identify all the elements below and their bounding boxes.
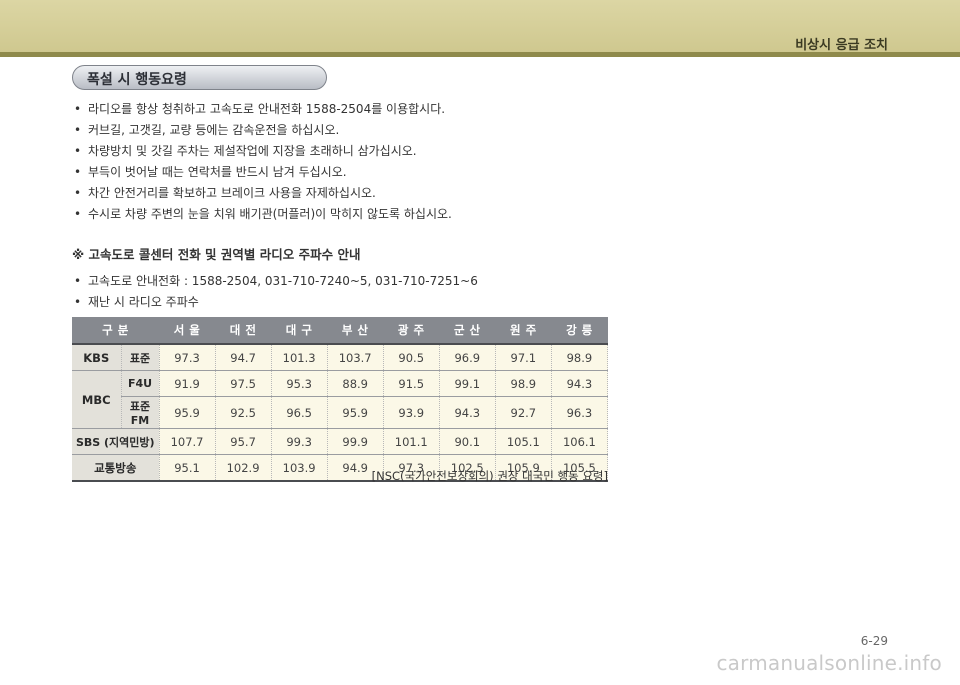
header-cell: 광 주 bbox=[383, 317, 440, 345]
table-row: 표준FM 95.9 92.5 96.5 95.9 93.9 94.3 92.7 … bbox=[72, 396, 609, 429]
table-cell: 92.5 bbox=[215, 396, 272, 429]
table-cell: 105.1 bbox=[495, 428, 552, 455]
table-cell: 99.1 bbox=[439, 370, 496, 397]
list-item: • 수시로 차량 주변의 눈을 치워 배기관(머플러)이 막히지 않도록 하십시오… bbox=[72, 204, 452, 225]
table-cell: 92.7 bbox=[495, 396, 552, 429]
table-cell: 94.3 bbox=[439, 396, 496, 429]
list-item: • 재난 시 라디오 주파수 bbox=[72, 292, 478, 313]
row-label: SBS (지역민방) bbox=[72, 428, 160, 455]
row-sublabel: 표준FM bbox=[121, 396, 160, 429]
header-cell: 대 전 bbox=[215, 317, 272, 345]
table-cell: 95.3 bbox=[271, 370, 328, 397]
bullet-icon: • bbox=[74, 274, 82, 288]
table-cell: 96.9 bbox=[439, 344, 496, 371]
section-title: 폭설 시 행동요령 bbox=[87, 72, 187, 88]
table-cell: 103.9 bbox=[271, 454, 328, 482]
table-source-note: [NSC(국가안전보장회의) 권장 대국민 행동 요령] bbox=[371, 469, 608, 483]
list-item: • 차간 안전거리를 확보하고 브레이크 사용을 자제하십시오. bbox=[72, 183, 452, 204]
table-cell: 97.3 bbox=[159, 344, 216, 371]
header-cell: 대 구 bbox=[271, 317, 328, 345]
table-cell: 99.9 bbox=[327, 428, 384, 455]
table-cell: 102.9 bbox=[215, 454, 272, 482]
row-label: KBS bbox=[72, 344, 122, 371]
bullet-icon: • bbox=[74, 165, 82, 179]
table-cell: 99.3 bbox=[271, 428, 328, 455]
table-cell: 91.9 bbox=[159, 370, 216, 397]
row-label: 교통방송 bbox=[72, 454, 160, 482]
header-cell: 군 산 bbox=[439, 317, 496, 345]
bullet-icon: • bbox=[74, 102, 82, 116]
table-cell: 90.1 bbox=[439, 428, 496, 455]
header-cell: 서 울 bbox=[159, 317, 216, 345]
table-cell: 107.7 bbox=[159, 428, 216, 455]
table-cell: 95.7 bbox=[215, 428, 272, 455]
table-cell: 101.3 bbox=[271, 344, 328, 371]
table-cell: 90.5 bbox=[383, 344, 440, 371]
table-cell: 91.5 bbox=[383, 370, 440, 397]
table-cell: 98.9 bbox=[551, 344, 609, 371]
table-cell: 95.9 bbox=[327, 396, 384, 429]
table-cell: 95.9 bbox=[159, 396, 216, 429]
table-cell: 97.1 bbox=[495, 344, 552, 371]
table-row: MBC F4U 91.9 97.5 95.3 88.9 91.5 99.1 98… bbox=[72, 370, 609, 429]
table-cell: 101.1 bbox=[383, 428, 440, 455]
header-cell: 원 주 bbox=[495, 317, 552, 345]
watermark: carmanualsonline.info bbox=[716, 651, 942, 675]
table-row: KBS 표준 97.3 94.7 101.3 103.7 90.5 96.9 9… bbox=[72, 344, 609, 371]
radio-frequency-table: 구 분 서 울 대 전 대 구 부 산 광 주 군 산 원 주 강 릉 KBS … bbox=[72, 317, 609, 482]
table-cell: 88.9 bbox=[327, 370, 384, 397]
table-cell: 97.5 bbox=[215, 370, 272, 397]
table-cell: 106.1 bbox=[551, 428, 609, 455]
list-item: • 라디오를 항상 청취하고 고속도로 안내전화 1588-2504를 이용합시다… bbox=[72, 99, 452, 120]
table-cell: 96.3 bbox=[551, 396, 609, 429]
header-cell: 강 릉 bbox=[551, 317, 608, 345]
row-sublabel: 표준 bbox=[121, 344, 160, 371]
table-header-row: 구 분 서 울 대 전 대 구 부 산 광 주 군 산 원 주 강 릉 bbox=[72, 317, 608, 345]
list-item: • 커브길, 고갯길, 교량 등에는 감속운전을 하십시오. bbox=[72, 120, 452, 141]
table-cell: 93.9 bbox=[383, 396, 440, 429]
snow-guidelines-list: • 라디오를 항상 청취하고 고속도로 안내전화 1588-2504를 이용합시다… bbox=[72, 99, 452, 225]
subsection-heading: ※ 고속도로 콜센터 전화 및 권역별 라디오 주파수 안내 bbox=[72, 247, 361, 262]
table-row: SBS (지역민방) 107.7 95.7 99.3 99.9 101.1 90… bbox=[72, 428, 609, 455]
bullet-icon: • bbox=[74, 186, 82, 200]
table-cell: 98.9 bbox=[495, 370, 552, 397]
bullet-icon: • bbox=[74, 144, 82, 158]
section-title-pill: 폭설 시 행동요령 bbox=[72, 65, 327, 90]
table-cell: 96.5 bbox=[271, 396, 328, 429]
table-cell: 95.1 bbox=[159, 454, 216, 482]
bullet-icon: • bbox=[74, 295, 82, 309]
table-cell: 103.7 bbox=[327, 344, 384, 371]
bullet-icon: • bbox=[74, 123, 82, 137]
call-center-list: • 고속도로 안내전화 : 1588-2504, 031-710-7240~5, … bbox=[72, 271, 478, 313]
list-item: • 부득이 벗어날 때는 연락처를 반드시 남겨 두십시오. bbox=[72, 162, 452, 183]
bullet-icon: • bbox=[74, 207, 82, 221]
header-cell: 구 분 bbox=[72, 317, 160, 345]
table-cell: 94.3 bbox=[551, 370, 609, 397]
table-cell: 94.7 bbox=[215, 344, 272, 371]
list-item: • 고속도로 안내전화 : 1588-2504, 031-710-7240~5, … bbox=[72, 271, 478, 292]
row-label: MBC bbox=[72, 370, 122, 429]
list-item: • 차량방치 및 갓길 주차는 제설작업에 지장을 초래하니 삼가십시오. bbox=[72, 141, 452, 162]
row-sublabel: F4U bbox=[121, 370, 160, 397]
header-cell: 부 산 bbox=[327, 317, 384, 345]
chapter-title: 비상시 응급 조치 bbox=[795, 38, 888, 53]
page-number: 6-29 bbox=[860, 634, 888, 648]
